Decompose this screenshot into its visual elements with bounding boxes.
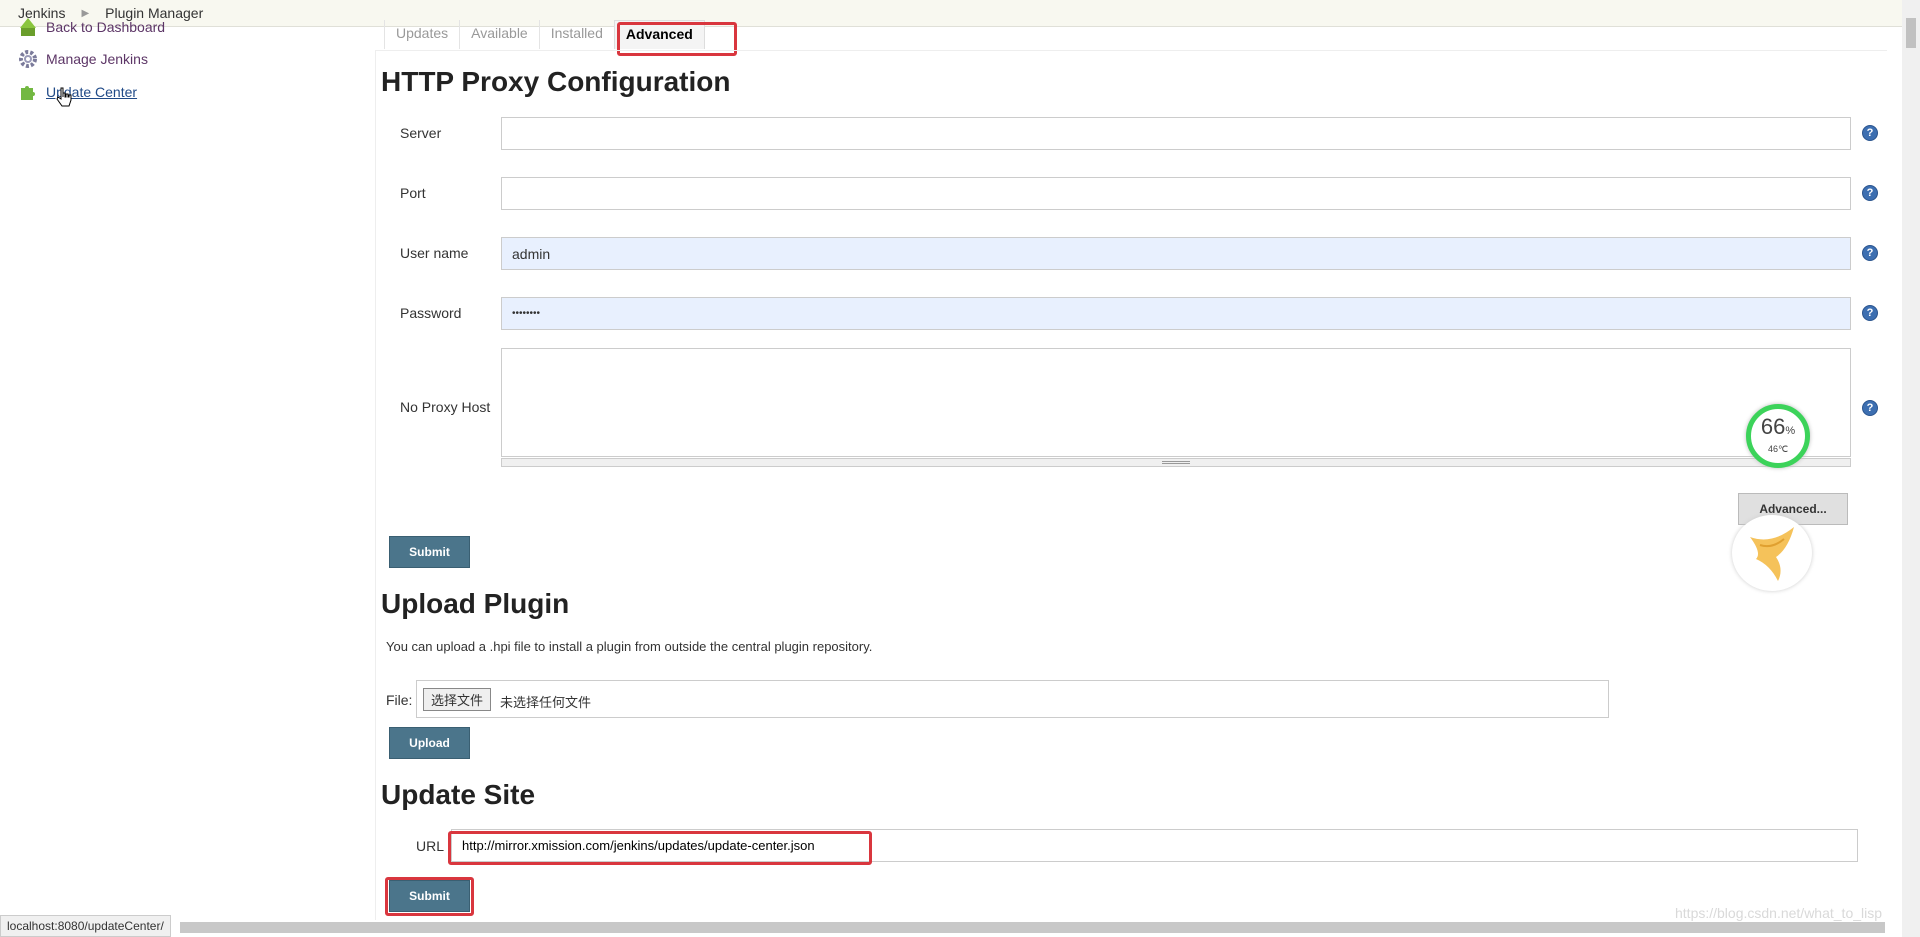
hand-cursor-icon xyxy=(56,87,72,107)
password-input[interactable]: •••••••• xyxy=(501,297,1851,330)
sidebar-item-label: Back to Dashboard xyxy=(46,19,166,35)
url-label: URL xyxy=(416,838,445,854)
update-site-section-title: Update Site xyxy=(381,779,536,810)
tab-available[interactable]: Available xyxy=(459,20,539,49)
no-file-chosen-text: 未选择任何文件 xyxy=(500,695,592,710)
port-input[interactable] xyxy=(501,177,1851,210)
widget-percent: 66 xyxy=(1760,414,1786,439)
help-icon[interactable]: ? xyxy=(1862,185,1878,201)
no-proxy-host-textarea[interactable] xyxy=(501,348,1851,457)
sidebar-item-label: Manage Jenkins xyxy=(46,51,148,67)
username-label: User name xyxy=(400,245,469,261)
breadcrumb: Jenkins ▶ Plugin Manager xyxy=(0,0,1902,27)
help-icon[interactable]: ? xyxy=(1862,125,1878,141)
tab-installed[interactable]: Installed xyxy=(538,20,614,49)
password-label: Password xyxy=(400,305,462,321)
server-input[interactable] xyxy=(501,117,1851,150)
tab-updates[interactable]: Updates xyxy=(384,20,459,49)
sidebar-item-update-center[interactable]: Update Center xyxy=(18,82,137,102)
arrow-up-icon xyxy=(20,18,36,36)
upload-button[interactable]: Upload xyxy=(389,727,470,759)
proxy-submit-button[interactable]: Submit xyxy=(389,536,470,568)
sidebar-item-manage-jenkins[interactable]: Manage Jenkins xyxy=(18,49,148,69)
help-icon[interactable]: ? xyxy=(1862,245,1878,261)
upload-description: You can upload a .hpi file to install a … xyxy=(386,639,873,654)
file-input[interactable]: 选择文件 未选择任何文件 xyxy=(416,680,1609,718)
status-bar-url: localhost:8080/updateCenter/ xyxy=(0,915,171,937)
proxy-section-title: HTTP Proxy Configuration xyxy=(381,66,731,97)
widget-unit: % xyxy=(1785,425,1796,437)
vertical-scrollbar-thumb[interactable] xyxy=(1906,18,1916,48)
widget-temp: 46℃ xyxy=(1767,444,1789,454)
textarea-resize-handle[interactable] xyxy=(501,458,1851,467)
username-input[interactable]: admin xyxy=(501,237,1851,270)
choose-file-button[interactable]: 选择文件 xyxy=(423,688,492,711)
highlight-box-url xyxy=(448,831,872,865)
gear-icon xyxy=(19,50,37,68)
help-icon[interactable]: ? xyxy=(1862,400,1878,416)
sidebar-item-back-to-dashboard[interactable]: Back to Dashboard xyxy=(18,17,165,37)
upload-section-title: Upload Plugin xyxy=(381,588,570,619)
performance-widget[interactable]: 66% 46℃ xyxy=(1746,404,1810,468)
server-label: Server xyxy=(400,125,442,141)
bird-logo-icon[interactable] xyxy=(1732,515,1812,591)
file-label: File: xyxy=(386,692,413,708)
no-proxy-host-label: No Proxy Host xyxy=(400,399,491,415)
vertical-scrollbar[interactable] xyxy=(1902,0,1920,937)
highlight-box-submit xyxy=(385,877,474,916)
help-icon[interactable]: ? xyxy=(1862,305,1878,321)
port-label: Port xyxy=(400,185,426,201)
watermark-text: https://blog.csdn.net/what_to_lisp xyxy=(1675,905,1883,921)
horizontal-scrollbar[interactable] xyxy=(180,922,1885,933)
puzzle-icon xyxy=(21,86,35,100)
